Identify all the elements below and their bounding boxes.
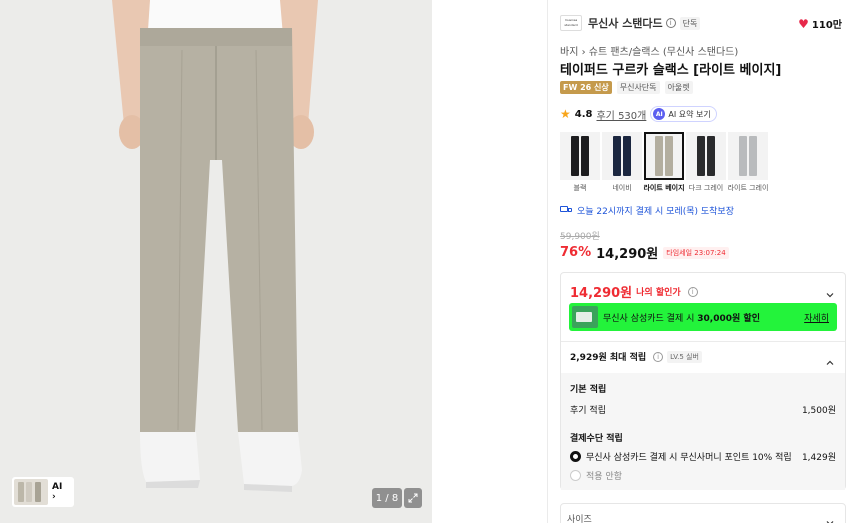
rating-score: 4.8 — [574, 108, 593, 120]
payment-points-title: 결제수단 적립 — [570, 434, 623, 444]
card-discount-banner[interactable]: 무신사 삼성카드 결제 시 30,000원 할인 자세히 — [569, 303, 837, 331]
size-select[interactable]: 사이즈 — [560, 503, 846, 523]
ai-icon: AI — [653, 108, 666, 120]
truck-icon — [560, 206, 573, 215]
points-total: 2,929원 최대 적립 — [570, 353, 647, 363]
review-count-link[interactable]: 후기 530개 — [596, 107, 646, 122]
product-title: 테이퍼드 구르카 슬랙스 [라이트 베이지] — [560, 63, 782, 78]
divider — [561, 341, 845, 342]
color-swatch[interactable] — [644, 132, 684, 180]
outlet-tag: 아울렛 — [664, 81, 693, 94]
color-option[interactable]: 다크 그레이 — [686, 132, 726, 193]
expand-icon — [408, 493, 418, 503]
payment-option-none[interactable]: 적용 안함 — [570, 469, 836, 482]
points-detail: 기본 적립 후기 적립 1,500원 결제수단 적립 무신사 삼성카드 결제 시… — [561, 373, 845, 490]
card-discount-text: 무신사 삼성카드 결제 시 30,000원 할인 — [603, 313, 760, 324]
my-price-row[interactable]: 14,290원 나의 할인가 i — [570, 282, 698, 301]
price-row: 76% 14,290원 타임세일 23:07:24 — [560, 243, 729, 262]
card-detail-link[interactable]: 자세히 — [804, 311, 829, 324]
panel-divider — [547, 0, 548, 523]
color-name: 라이트 베이지 — [643, 184, 685, 192]
original-price: 59,900원 — [560, 232, 600, 242]
sale-price: 14,290원 — [596, 247, 659, 262]
color-option[interactable]: 라이트 베이지 — [643, 132, 685, 193]
like-button[interactable]: ♥ 110만 — [798, 16, 842, 32]
color-swatch[interactable] — [728, 132, 768, 180]
review-points-amount: 1,500원 — [801, 406, 836, 416]
image-counter: 1 / 8 — [372, 488, 402, 508]
color-swatch[interactable] — [560, 132, 600, 180]
product-info-panel: musinsa standard 무신사 스탠다드 i 단독 ♥ 110만 바지… — [560, 0, 846, 523]
product-page: AI › 1 / 8 musinsa standard 무신사 스탠다드 i 단… — [0, 0, 850, 523]
exclusive-badge: 단독 — [679, 16, 701, 30]
product-photo — [0, 0, 432, 523]
expand-button[interactable] — [404, 488, 422, 508]
color-option[interactable]: 네이비 — [602, 132, 642, 193]
chevron-up-icon[interactable] — [825, 353, 835, 365]
timesale-badge: 타임세일 23:07:24 — [663, 246, 729, 259]
chevron-down-icon[interactable] — [825, 285, 835, 298]
base-points-title: 기본 적립 — [570, 385, 607, 395]
color-option[interactable]: 블랙 — [560, 132, 600, 193]
info-icon[interactable]: i — [653, 351, 664, 362]
my-price-amount: 14,290원 — [570, 286, 633, 301]
discount-rate: 76% — [560, 245, 592, 260]
benefit-box: 14,290원 나의 할인가 i 무신사 삼성카드 결제 시 30,000원 할… — [560, 272, 846, 490]
rating-row: ★ 4.8 후기 530개 AI AI 요약 보기 — [560, 106, 717, 122]
brand-logo[interactable]: musinsa standard — [560, 15, 582, 31]
radio-selected[interactable] — [570, 451, 581, 462]
payment-option-none-label: 적용 안함 — [586, 472, 622, 482]
thumbnail-image[interactable] — [14, 479, 48, 505]
size-label: 사이즈 — [567, 515, 592, 523]
radio-unselected[interactable] — [570, 470, 581, 481]
delivery-text: 오늘 22시까지 결제 시 모레(목) 도착보장 — [577, 207, 734, 217]
payment-option-label: 무신사 삼성카드 결제 시 무신사머니 포인트 10% 적립 — [586, 453, 792, 463]
color-name: 네이비 — [612, 184, 632, 192]
breadcrumb[interactable]: 바지 › 슈트 팬츠/슬랙스 (무신사 스탠다드) — [560, 43, 738, 58]
ai-summary-label: AI 요약 보기 — [668, 109, 711, 119]
color-swatch[interactable] — [686, 132, 726, 180]
season-tag: FW 26 신상 — [560, 81, 612, 94]
level-badge: LV.5 실버 — [667, 350, 702, 363]
color-options: 블랙 네이비 라이트 베이지 다크 그레이 라이트 그레이 — [560, 132, 768, 193]
ai-summary-button[interactable]: AI AI 요약 보기 — [650, 106, 717, 122]
ai-thumbnail-link[interactable]: AI › — [52, 482, 62, 502]
points-header[interactable]: 2,929원 최대 적립 i LV.5 실버 — [570, 350, 702, 363]
payment-option-samsung[interactable]: 무신사 삼성카드 결제 시 무신사머니 포인트 10% 적립 1,429원 — [570, 450, 836, 463]
color-name: 라이트 그레이 — [727, 184, 769, 192]
info-icon[interactable]: i — [665, 18, 676, 28]
star-icon: ★ — [560, 107, 571, 121]
thumbnail-strip[interactable]: AI › — [12, 477, 74, 507]
heart-icon: ♥ — [798, 16, 809, 31]
review-points-label: 후기 적립 — [570, 406, 606, 416]
chevron-right-icon: › — [52, 492, 56, 502]
exclusive-tag: 무신사단독 — [616, 81, 660, 94]
delivery-guarantee: 오늘 22시까지 결제 시 모레(목) 도착보장 — [560, 204, 734, 217]
info-icon[interactable]: i — [687, 286, 698, 297]
product-gallery[interactable]: AI › 1 / 8 — [0, 0, 432, 523]
color-option[interactable]: 라이트 그레이 — [728, 132, 768, 193]
color-swatch[interactable] — [602, 132, 642, 180]
product-tags: FW 26 신상 무신사단독 아울렛 — [560, 81, 693, 94]
color-name: 다크 그레이 — [688, 184, 724, 192]
color-name: 블랙 — [573, 184, 587, 192]
brand-name[interactable]: 무신사 스탠다드 — [588, 15, 663, 31]
card-icon — [572, 306, 598, 328]
chevron-down-icon — [825, 513, 835, 523]
like-count: 110만 — [811, 20, 842, 31]
payment-option-amount: 1,429원 — [801, 453, 836, 463]
brand-row: musinsa standard 무신사 스탠다드 i 단독 ♥ 110만 — [560, 12, 846, 34]
my-price-label: 나의 할인가 — [636, 288, 681, 298]
review-points-row: 후기 적립 1,500원 — [570, 403, 836, 416]
ai-label: AI — [52, 482, 63, 492]
